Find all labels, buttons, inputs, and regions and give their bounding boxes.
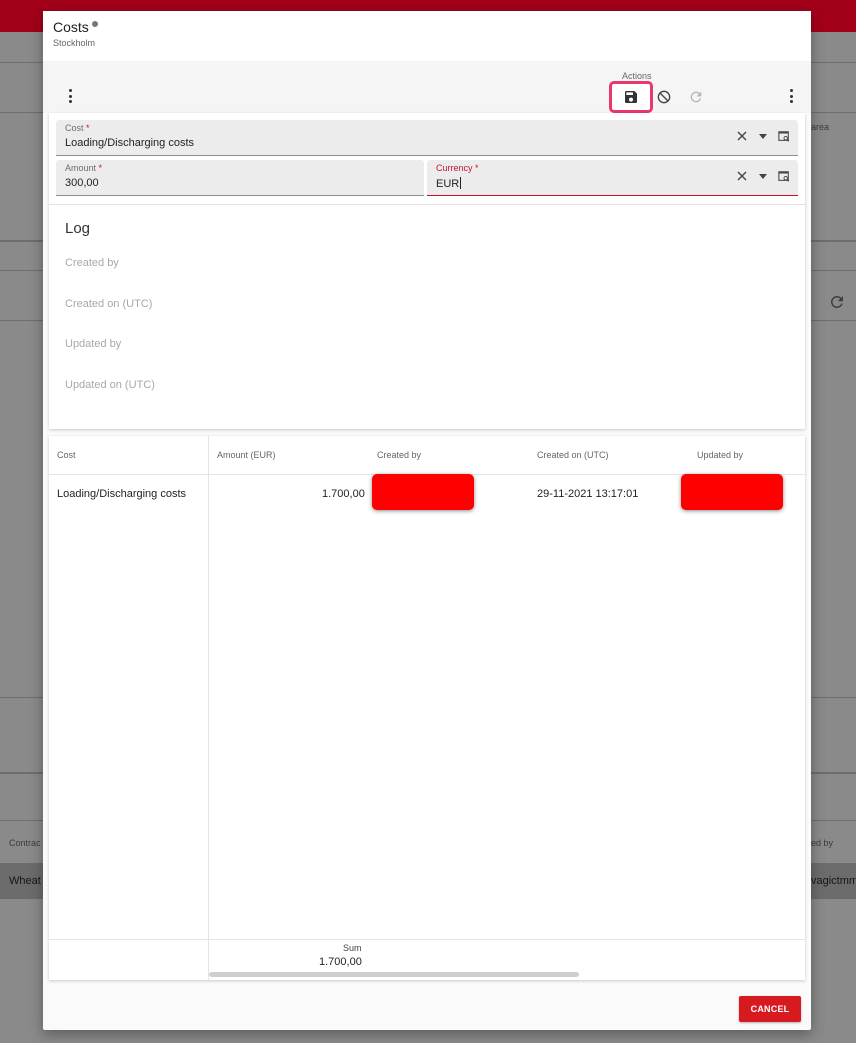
footer-divider	[49, 939, 805, 940]
amount-field[interactable]: Amount * 300,00	[56, 160, 424, 196]
background-created-by-header: ed by	[811, 838, 834, 848]
refresh-icon	[690, 91, 702, 103]
column-header-created-by[interactable]: Created by	[377, 450, 421, 460]
required-marker: *	[86, 123, 90, 133]
dropdown-arrow-icon[interactable]	[757, 130, 769, 142]
cost-field-label: Cost	[65, 123, 84, 133]
background-row-wheat: Wheat	[9, 875, 41, 887]
cell-created-on: 29-11-2021 13:17:01	[537, 488, 639, 500]
dialog-header: Costs Stockholm	[43, 11, 811, 61]
refresh-button[interactable]	[685, 86, 707, 108]
save-icon	[625, 91, 637, 103]
costs-grid: Cost Amount (EUR) Created by Created on …	[49, 436, 805, 980]
clear-icon[interactable]	[736, 170, 748, 182]
cancel-circle-icon	[657, 90, 671, 104]
redacted-created-by	[372, 474, 474, 510]
save-button[interactable]	[620, 86, 642, 108]
dropdown-arrow-icon[interactable]	[757, 170, 769, 182]
log-updated-by-label: Updated by	[65, 338, 122, 350]
currency-field-label: Currency	[436, 163, 473, 173]
dialog-toolbar: Actions	[43, 61, 811, 113]
cell-amount: 1.700,00	[322, 488, 365, 500]
currency-field[interactable]: Currency * EUR	[427, 160, 798, 196]
sum-label: Sum	[343, 943, 362, 953]
lookup-icon[interactable]	[778, 170, 790, 182]
clear-icon[interactable]	[736, 130, 748, 142]
cost-field[interactable]: Cost * Loading/Discharging costs	[56, 120, 798, 156]
background-area-label: area	[811, 122, 830, 132]
dialog-title: Costs	[53, 19, 89, 35]
required-marker: *	[475, 163, 479, 173]
app-top-bar	[0, 0, 856, 10]
sum-value: 1.700,00	[319, 956, 362, 968]
dialog-subtitle: Stockholm	[53, 38, 96, 48]
log-created-on-label: Created on (UTC)	[65, 298, 153, 310]
amount-field-label: Amount	[65, 163, 97, 173]
background-row-user: vagictmm	[811, 875, 856, 887]
required-marker: *	[98, 163, 103, 173]
column-header-updated-by[interactable]: Updated by	[697, 450, 743, 460]
horizontal-scrollbar[interactable]	[209, 972, 579, 977]
right-more-menu-icon[interactable]	[785, 87, 797, 105]
cancel-button[interactable]: CANCEL	[739, 996, 801, 1022]
lookup-icon[interactable]	[778, 130, 790, 142]
text-cursor	[460, 177, 462, 189]
log-section-title: Log	[65, 220, 91, 237]
column-separator	[208, 436, 209, 980]
background-contract-header: Contrac	[9, 838, 41, 848]
discard-button[interactable]	[653, 86, 675, 108]
column-header-amount[interactable]: Amount (EUR)	[217, 450, 276, 460]
redacted-updated-by	[681, 474, 783, 510]
currency-field-value[interactable]: EUR	[436, 178, 459, 190]
cost-form: Cost * Loading/Discharging costs Amount …	[49, 113, 805, 429]
log-created-by-label: Created by	[65, 257, 119, 269]
column-header-created-on[interactable]: Created on (UTC)	[537, 450, 609, 460]
cost-field-value[interactable]: Loading/Discharging costs	[65, 137, 194, 149]
costs-dialog: Costs Stockholm Actions Cost * Loading/D…	[43, 11, 811, 1030]
cell-cost: Loading/Discharging costs	[57, 488, 187, 500]
log-updated-on-label: Updated on (UTC)	[65, 379, 155, 391]
section-divider	[49, 204, 805, 205]
left-more-menu-icon[interactable]	[64, 87, 76, 105]
column-header-cost[interactable]: Cost	[57, 450, 76, 460]
status-dot	[92, 21, 98, 27]
actions-label: Actions	[622, 71, 652, 81]
background-refresh-icon	[828, 293, 846, 311]
amount-field-value[interactable]: 300,00	[65, 177, 99, 189]
